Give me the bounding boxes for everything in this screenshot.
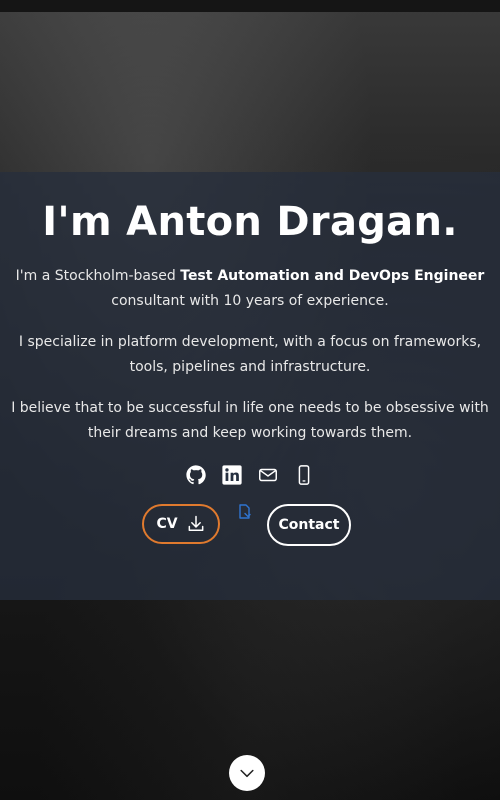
github-icon[interactable] [185, 464, 207, 486]
hero-title: I'm Anton Dragan. [42, 199, 458, 245]
intro-role: Test Automation and DevOps Engineer [180, 268, 485, 284]
hero-belief: I believe that to be successful in life … [11, 400, 489, 441]
document-icon[interactable] [238, 504, 252, 520]
social-links [0, 464, 500, 488]
intro-suffix: consultant with 10 years of experience. [111, 293, 389, 309]
page: I'm Anton Dragan. I'm a Stockholm-based … [0, 0, 500, 800]
contact-button[interactable]: Contact [267, 504, 351, 546]
cv-download-button[interactable]: CV [142, 504, 220, 544]
cv-button-label: CV [156, 516, 178, 532]
download-icon [188, 515, 203, 531]
mail-icon[interactable] [257, 464, 279, 486]
phone-icon[interactable] [293, 464, 315, 486]
hero-specialization: I specialize in platform development, wi… [18, 334, 482, 375]
hero-intro: I'm a Stockholm-based Test Automation an… [5, 264, 495, 314]
scroll-down-button[interactable] [229, 755, 265, 791]
chevron-down-icon [240, 769, 254, 778]
linkedin-icon[interactable] [221, 464, 243, 486]
intro-prefix: I'm a Stockholm-based [15, 268, 181, 284]
action-buttons: CV Contact [0, 504, 500, 546]
hero-panel: I'm Anton Dragan. I'm a Stockholm-based … [0, 172, 500, 600]
top-bar [0, 0, 500, 12]
